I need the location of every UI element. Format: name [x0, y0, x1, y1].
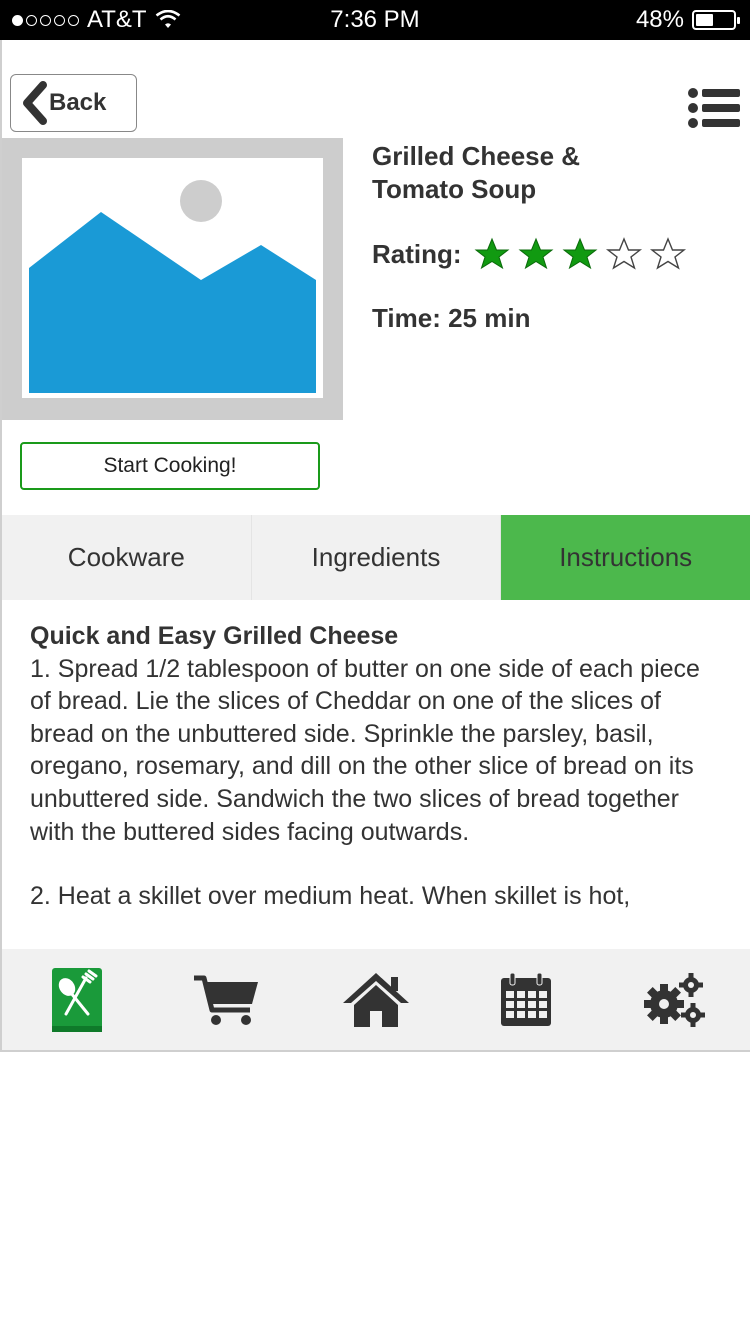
star-empty-icon	[605, 237, 642, 270]
tab-instructions[interactable]: Instructions	[500, 515, 750, 600]
star-filled-icon	[474, 237, 510, 270]
nav-recipes[interactable]	[37, 960, 117, 1040]
tab-bar: Cookware Ingredients Instructions	[2, 515, 750, 600]
list-icon[interactable]	[688, 88, 740, 128]
rating-label: Rating:	[372, 238, 462, 269]
cook-time: Time: 25 min	[372, 303, 531, 333]
bottom-nav	[2, 949, 750, 1050]
app-screen: Back Grilled Cheese & Tomato Soup Rating…	[0, 40, 750, 1052]
image-placeholder-icon	[29, 180, 316, 393]
nav-home[interactable]	[336, 960, 416, 1040]
star-filled-icon	[518, 237, 554, 270]
star-rating	[470, 236, 690, 272]
nav-settings[interactable]	[635, 960, 715, 1040]
nav-calendar[interactable]	[486, 960, 566, 1040]
nav-cart[interactable]	[186, 960, 266, 1040]
battery-fill	[696, 14, 714, 26]
rating-row: Rating:	[372, 236, 690, 272]
status-bar: AT&T 7:36 PM 48%	[0, 0, 750, 40]
recipe-book-icon	[51, 967, 102, 1032]
instruction-step: 1. Spread 1/2 tablespoon of butter on on…	[30, 654, 700, 846]
back-button[interactable]: Back	[10, 74, 137, 132]
back-label: Back	[49, 89, 107, 116]
instructions-panel[interactable]: Quick and Easy Grilled Cheese 1. Spread …	[30, 620, 720, 950]
tab-cookware[interactable]: Cookware	[2, 515, 251, 600]
battery-percent: 48%	[635, 6, 684, 33]
star-empty-icon	[649, 237, 686, 270]
star-filled-icon	[562, 237, 598, 270]
calendar-icon	[500, 972, 551, 1026]
recipe-image	[2, 138, 343, 420]
tab-ingredients[interactable]: Ingredients	[250, 515, 501, 600]
recipe-image-inner	[22, 158, 323, 398]
home-icon	[342, 972, 409, 1027]
chevron-left-icon	[23, 81, 47, 125]
start-cooking-button[interactable]: Start Cooking!	[20, 442, 320, 490]
instructions-heading: Quick and Easy Grilled Cheese	[30, 622, 399, 650]
recipe-title: Grilled Cheese & Tomato Soup	[372, 141, 581, 204]
settings-icon	[644, 972, 706, 1027]
status-right: 48%	[635, 6, 740, 34]
battery-icon	[692, 10, 740, 30]
instruction-step: 2. Heat a skillet over medium heat. When…	[30, 882, 631, 911]
cart-icon	[194, 975, 259, 1025]
